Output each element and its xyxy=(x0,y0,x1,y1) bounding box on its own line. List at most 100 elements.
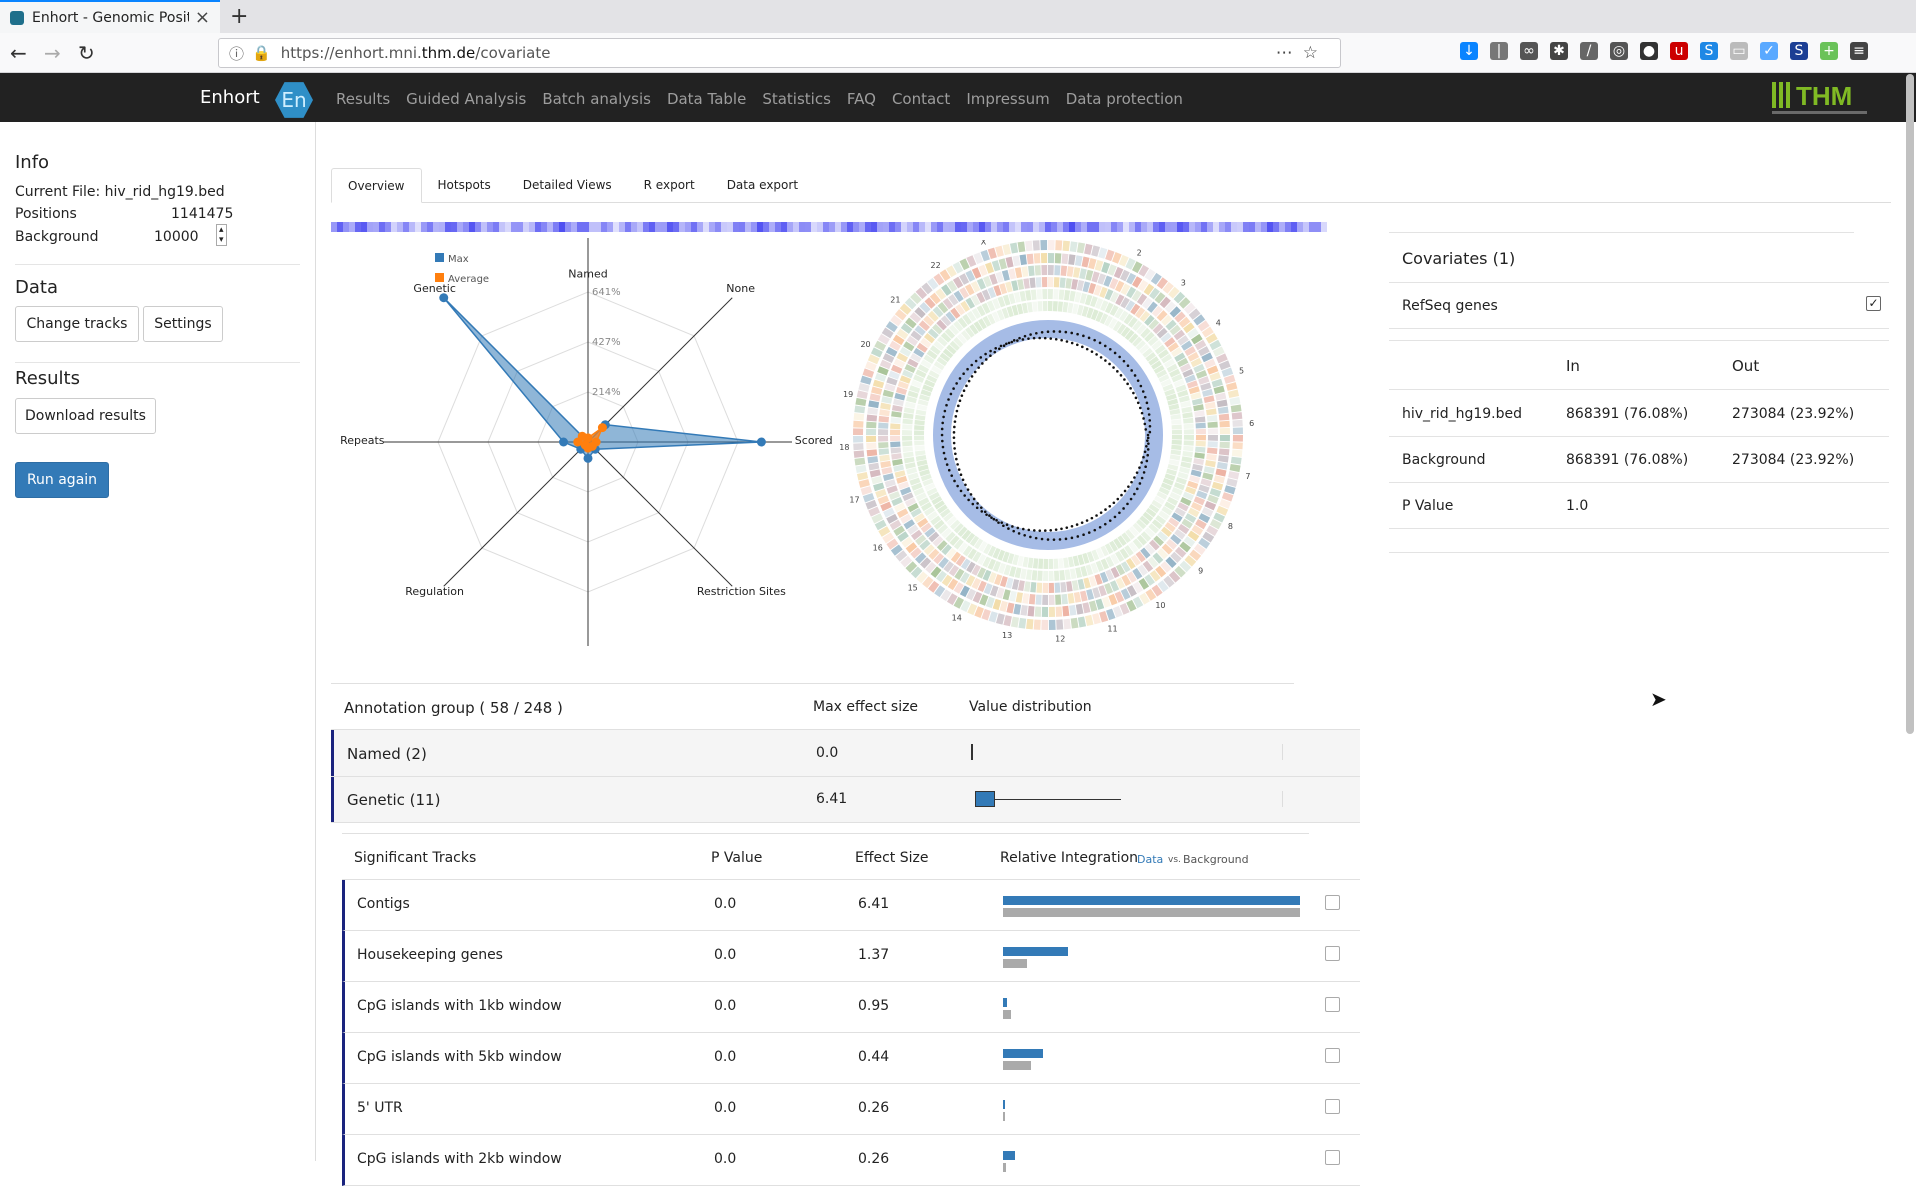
tab-overview[interactable]: Overview xyxy=(331,168,422,203)
background-input[interactable]: 10000 xyxy=(154,229,199,245)
circos-segment xyxy=(1034,253,1041,263)
circos-point xyxy=(954,452,957,455)
divider xyxy=(1389,528,1889,529)
circos-point xyxy=(1082,533,1085,536)
new-tab-icon[interactable]: + xyxy=(230,4,248,29)
strip-cell xyxy=(931,222,937,232)
background-stepper-icon[interactable]: ▴▾ xyxy=(216,224,227,246)
track-checkbox[interactable] xyxy=(1325,997,1340,1012)
radar-max-point xyxy=(757,438,766,447)
ublock-icon[interactable]: u xyxy=(1670,42,1688,60)
background-bar xyxy=(1003,1112,1005,1121)
circos-point xyxy=(1123,360,1126,363)
menu-results[interactable]: Results xyxy=(336,90,390,108)
strip-cell xyxy=(535,222,541,232)
globe-icon[interactable]: ◎ xyxy=(1610,42,1628,60)
circos-point xyxy=(950,474,953,477)
url-bar[interactable]: ⓘ 🔒 https://enhort.mni.thm.de/covariate … xyxy=(218,38,1341,68)
covariate-checkbox[interactable]: ✓ xyxy=(1866,296,1881,311)
annotation-row-named[interactable]: Named (2) 0.0 xyxy=(331,730,1360,776)
track-checkbox[interactable] xyxy=(1325,1048,1340,1063)
circos-segment xyxy=(1076,604,1084,615)
page-actions-icons[interactable]: ⋯☆ xyxy=(1276,43,1328,63)
menu-guided-analysis[interactable]: Guided Analysis xyxy=(406,90,526,108)
circos-point xyxy=(1104,345,1107,348)
track-checkbox[interactable] xyxy=(1325,895,1340,910)
thm-grid-icon xyxy=(1772,82,1790,108)
circos-segment xyxy=(1195,447,1205,453)
track-checkbox[interactable] xyxy=(1325,946,1340,961)
hamburger-menu-icon[interactable]: ≡ xyxy=(1850,42,1868,60)
track-row[interactable]: CpG islands with 5kb window0.00.44 xyxy=(342,1033,1360,1084)
circos-segment xyxy=(879,416,889,423)
strip-cell xyxy=(1135,222,1141,232)
circos-point xyxy=(1139,407,1142,410)
circos-segment xyxy=(1207,415,1218,422)
plus-icon[interactable]: + xyxy=(1820,42,1838,60)
circos-point xyxy=(941,434,944,437)
circos-segment xyxy=(903,446,913,452)
circos-point xyxy=(1024,335,1027,338)
back-icon[interactable]: ← xyxy=(10,41,27,65)
reload-icon[interactable]: ↻ xyxy=(78,41,95,65)
s2-icon[interactable]: S xyxy=(1790,42,1808,60)
circos-point xyxy=(1091,517,1094,520)
radar-axis xyxy=(444,442,588,586)
privacy-icon[interactable]: ● xyxy=(1640,42,1658,60)
circos-point xyxy=(1118,512,1121,515)
menu-data-table[interactable]: Data Table xyxy=(667,90,746,108)
tab-detailed-views[interactable]: Detailed Views xyxy=(507,168,628,203)
download-icon[interactable]: ↓ xyxy=(1460,42,1478,60)
menu-faq[interactable]: FAQ xyxy=(847,90,876,108)
mouse-cursor-icon: ➤ xyxy=(1650,687,1667,711)
page-scrollbar[interactable] xyxy=(1906,74,1914,734)
menu-data-protection[interactable]: Data protection xyxy=(1066,90,1183,108)
circos-segment xyxy=(1219,448,1230,455)
strip-cell xyxy=(343,222,349,232)
track-checkbox[interactable] xyxy=(1325,1099,1340,1114)
tab-data-export[interactable]: Data export xyxy=(711,168,814,203)
tab-hotspots[interactable]: Hotspots xyxy=(422,168,507,203)
strip-cell xyxy=(451,222,457,232)
library-icon[interactable]: | xyxy=(1490,42,1508,60)
forward-icon[interactable]: → xyxy=(44,41,61,65)
menu-batch-analysis[interactable]: Batch analysis xyxy=(542,90,651,108)
track-row[interactable]: Housekeeping genes0.01.37 xyxy=(342,931,1360,982)
track-row[interactable]: CpG islands with 1kb window0.00.95 xyxy=(342,982,1360,1033)
circos-point xyxy=(1129,387,1132,390)
tab-r-export[interactable]: R export xyxy=(628,168,711,203)
circos-point xyxy=(952,387,955,390)
strip-cell xyxy=(1165,222,1171,232)
circos-chromosome-label: 12 xyxy=(1055,635,1065,644)
browser-tab[interactable]: Enhort - Genomic Positio × xyxy=(0,0,220,33)
track-row[interactable]: Contigs0.06.41 xyxy=(342,880,1360,931)
track-row[interactable]: 5' UTR0.00.26 xyxy=(342,1084,1360,1135)
annotation-row-genetic[interactable]: Genetic (11) 6.41 xyxy=(331,777,1360,822)
menu-impressum[interactable]: Impressum xyxy=(966,90,1049,108)
page-icon[interactable]: ▭ xyxy=(1730,42,1748,60)
brand-link[interactable]: Enhort xyxy=(200,87,260,108)
run-again-button[interactable]: Run again xyxy=(15,462,109,498)
close-tab-icon[interactable]: × xyxy=(195,7,210,28)
wrench-icon[interactable]: / xyxy=(1580,42,1598,60)
s-icon[interactable]: S xyxy=(1700,42,1718,60)
menu-statistics[interactable]: Statistics xyxy=(762,90,831,108)
settings-button[interactable]: Settings xyxy=(143,306,223,342)
menu-contact[interactable]: Contact xyxy=(892,90,950,108)
change-tracks-button[interactable]: Change tracks xyxy=(15,306,139,342)
gear-icon[interactable]: ✱ xyxy=(1550,42,1568,60)
circos-segment xyxy=(1037,571,1042,581)
track-checkbox[interactable] xyxy=(1325,1150,1340,1165)
circos-segment xyxy=(1059,289,1065,299)
circos-segment xyxy=(1028,558,1034,569)
download-results-button[interactable]: Download results xyxy=(15,398,156,434)
circos-point xyxy=(1055,338,1058,341)
circos-segment xyxy=(1072,580,1079,591)
circos-point xyxy=(945,404,948,407)
track-name: CpG islands with 5kb window xyxy=(357,1049,562,1065)
check-icon[interactable]: ✓ xyxy=(1760,42,1778,60)
circos-point xyxy=(976,502,979,505)
circos-chromosome-label: 7 xyxy=(1245,472,1250,481)
mask-icon[interactable]: ∞ xyxy=(1520,42,1538,60)
info-icon[interactable]: ⓘ xyxy=(229,43,244,64)
